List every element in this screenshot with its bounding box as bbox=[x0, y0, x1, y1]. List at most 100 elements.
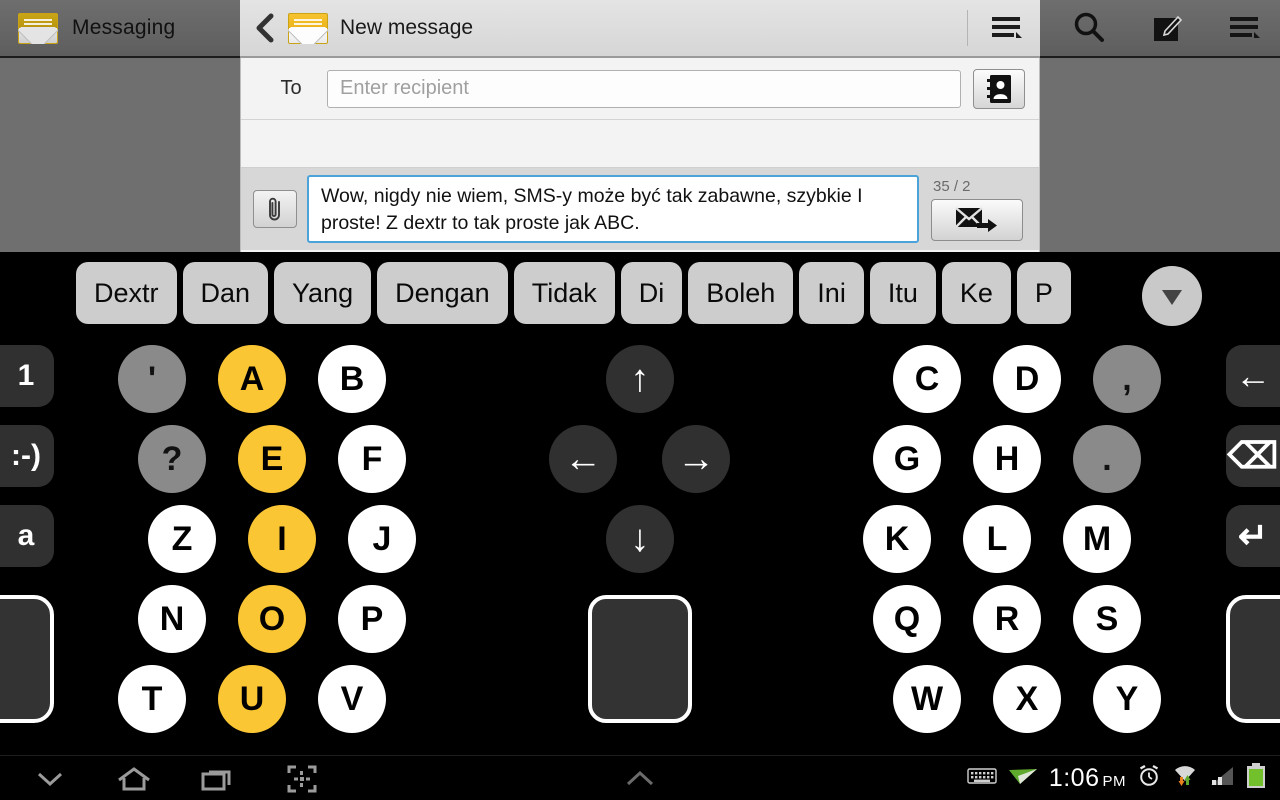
divider bbox=[967, 10, 968, 46]
envelope-icon bbox=[288, 12, 328, 44]
chevron-down-icon[interactable] bbox=[26, 759, 74, 799]
key-punct[interactable]: ? bbox=[138, 425, 206, 493]
key-r[interactable]: R bbox=[973, 585, 1041, 653]
keyboard: Dextr Dan Yang Dengan Tidak Di Boleh Ini Itu Ke P … bbox=[0, 252, 1280, 755]
key-i[interactable]: I bbox=[248, 505, 316, 573]
suggestion-chip[interactable]: Tidak bbox=[513, 262, 615, 324]
key-v[interactable]: V bbox=[318, 665, 386, 733]
enter-key[interactable]: ↵ bbox=[1226, 505, 1280, 567]
key-a[interactable]: A bbox=[218, 345, 286, 413]
compose-panel: To Wow, nigdy nie wiem, SMS-y bbox=[240, 58, 1040, 252]
char-counter: 35 / 2 bbox=[933, 177, 971, 195]
suggestion-chip[interactable]: Di bbox=[620, 262, 683, 324]
key-y[interactable]: Y bbox=[1093, 665, 1161, 733]
paperclip-icon[interactable] bbox=[253, 190, 297, 228]
tab-left-key[interactable]: ← bbox=[1226, 345, 1280, 407]
send-message-icon[interactable] bbox=[931, 198, 1023, 241]
left-shift-key[interactable] bbox=[0, 595, 54, 723]
suggestion-chip[interactable]: Ke bbox=[941, 262, 1011, 324]
subject-spacer-row bbox=[241, 120, 1039, 168]
key-f[interactable]: F bbox=[338, 425, 406, 493]
cursor-up-key[interactable]: ↑ bbox=[606, 345, 674, 413]
recent-apps-icon[interactable] bbox=[194, 759, 242, 799]
contact-book-icon[interactable] bbox=[973, 68, 1025, 109]
key-n[interactable]: N bbox=[138, 585, 206, 653]
menu-list-icon[interactable] bbox=[1218, 1, 1272, 55]
backspace-key[interactable]: ⌫ bbox=[1226, 425, 1280, 487]
key-j[interactable]: J bbox=[348, 505, 416, 573]
app-title: Messaging bbox=[72, 16, 176, 39]
key-o[interactable]: O bbox=[238, 585, 306, 653]
suggestion-chip[interactable]: Dextr bbox=[76, 262, 177, 324]
recipient-input[interactable] bbox=[327, 69, 961, 108]
key-u[interactable]: U bbox=[218, 665, 286, 733]
wifi-icon bbox=[1172, 764, 1198, 793]
key-punct[interactable]: ' bbox=[118, 345, 186, 413]
chevron-up-icon[interactable] bbox=[608, 756, 672, 800]
navigation-bar: 1:06 PM bbox=[0, 755, 1280, 800]
search-icon[interactable] bbox=[1062, 1, 1116, 55]
lowercase-key[interactable]: a bbox=[0, 505, 54, 567]
recipient-row: To bbox=[241, 58, 1039, 120]
cursor-down-key[interactable]: ↓ bbox=[606, 505, 674, 573]
suggestion-chip[interactable]: Dan bbox=[182, 262, 269, 324]
suggestion-chip[interactable]: Ini bbox=[799, 262, 864, 324]
status-clock: 1:06 PM bbox=[1048, 764, 1126, 792]
suggestion-chip[interactable]: Yang bbox=[274, 262, 372, 324]
key-k[interactable]: K bbox=[863, 505, 931, 573]
key-z[interactable]: Z bbox=[148, 505, 216, 573]
key-s[interactable]: S bbox=[1073, 585, 1141, 653]
key-b[interactable]: B bbox=[318, 345, 386, 413]
key-x[interactable]: X bbox=[993, 665, 1061, 733]
screen-capture-icon[interactable] bbox=[278, 759, 326, 799]
alarm-clock-icon bbox=[1137, 764, 1161, 793]
page-header: New message bbox=[240, 0, 1040, 58]
key-c[interactable]: C bbox=[893, 345, 961, 413]
key-punct[interactable]: , bbox=[1093, 345, 1161, 413]
cellular-signal-icon bbox=[1209, 765, 1235, 792]
screen: Messaging New message To Enter recipient… bbox=[0, 0, 1280, 800]
key-p[interactable]: P bbox=[338, 585, 406, 653]
top-bar: Messaging New message bbox=[0, 0, 1280, 58]
global-actions bbox=[1040, 0, 1280, 58]
numbers-key[interactable]: 1 bbox=[0, 345, 54, 407]
status-bar: 1:06 PM bbox=[967, 756, 1272, 800]
location-arrow-icon bbox=[1008, 765, 1038, 792]
cursor-right-key[interactable]: → bbox=[662, 425, 730, 493]
suggestion-chip[interactable]: Itu bbox=[869, 262, 936, 324]
backdrop-left bbox=[0, 58, 240, 252]
key-q[interactable]: Q bbox=[873, 585, 941, 653]
key-m[interactable]: M bbox=[1063, 505, 1131, 573]
nav-buttons bbox=[12, 756, 326, 800]
suggestion-chip[interactable]: Boleh bbox=[688, 262, 794, 324]
key-e[interactable]: E bbox=[238, 425, 306, 493]
key-d[interactable]: D bbox=[993, 345, 1061, 413]
message-row: Wow, nigdy nie wiem, SMS-y może być tak … bbox=[241, 168, 1039, 250]
menu-list-icon[interactable] bbox=[980, 1, 1034, 55]
keyboard-icon bbox=[967, 766, 997, 791]
space-key[interactable] bbox=[588, 595, 692, 723]
key-g[interactable]: G bbox=[873, 425, 941, 493]
compose-icon[interactable] bbox=[1140, 1, 1194, 55]
back-chevron-icon[interactable] bbox=[252, 11, 278, 45]
suggestion-chip[interactable]: Dengan bbox=[377, 262, 508, 324]
key-h[interactable]: H bbox=[973, 425, 1041, 493]
key-punct[interactable]: . bbox=[1073, 425, 1141, 493]
message-input[interactable]: Wow, nigdy nie wiem, SMS-y może być tak … bbox=[307, 175, 919, 243]
send-column: 35 / 2 bbox=[929, 178, 1025, 241]
cursor-left-key[interactable]: ← bbox=[549, 425, 617, 493]
backdrop-right bbox=[1040, 58, 1280, 252]
chevron-down-icon[interactable] bbox=[1142, 266, 1202, 326]
suggestion-strip: Dextr Dan Yang Dengan Tidak Di Boleh Ini Itu Ke P bbox=[0, 258, 1280, 328]
to-label: To bbox=[280, 77, 302, 99]
right-shift-key[interactable] bbox=[1226, 595, 1280, 723]
emoticon-key[interactable]: :-) bbox=[0, 425, 54, 487]
suggestion-chip[interactable]: P bbox=[1016, 262, 1071, 324]
home-icon[interactable] bbox=[110, 759, 158, 799]
key-l[interactable]: L bbox=[963, 505, 1031, 573]
envelope-icon bbox=[18, 12, 58, 44]
page-title: New message bbox=[340, 16, 474, 39]
key-w[interactable]: W bbox=[893, 665, 961, 733]
battery-icon bbox=[1246, 763, 1266, 794]
key-t[interactable]: T bbox=[118, 665, 186, 733]
